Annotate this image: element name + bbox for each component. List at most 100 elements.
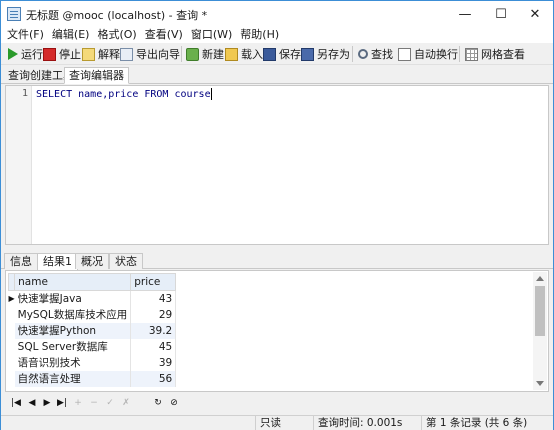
status-mode: 只读	[255, 416, 281, 430]
column-header-name[interactable]: name	[14, 273, 132, 291]
explain-button[interactable]: 解释	[82, 45, 120, 63]
result-tabs: 信息 结果1 概况 状态	[1, 252, 553, 270]
export-wizard-button[interactable]: 导出向导	[120, 45, 180, 63]
line-number: 1	[21, 88, 28, 99]
tab-query-editor[interactable]: 查询编辑器	[64, 67, 129, 84]
menu-edit[interactable]: 编辑(E)	[50, 26, 92, 43]
new-label: 新建	[202, 48, 224, 61]
save-label: 保存	[279, 48, 301, 61]
cell-price[interactable]: 45	[130, 338, 177, 355]
tab-info[interactable]: 信息	[4, 253, 38, 269]
vertical-scrollbar[interactable]	[533, 272, 547, 390]
table-row[interactable]: ▶ 快速掌握Java 43	[9, 290, 177, 307]
stop-icon	[43, 47, 56, 61]
save-button[interactable]: 保存	[263, 45, 301, 63]
menu-format[interactable]: 格式(O)	[95, 26, 138, 43]
stop-button[interactable]: 停止	[43, 45, 81, 63]
toolbar: 运行 停止 解释 导出向导 新建 载入 保存 另存为 查找 自动换行 网格查看	[1, 43, 553, 65]
tab-result-1[interactable]: 结果1	[37, 253, 78, 270]
prev-record-button[interactable]: ◀	[27, 398, 37, 409]
word-wrap-button[interactable]: 自动换行	[398, 45, 458, 63]
record-navigator: |◀ ◀ ▶ ▶| + − ✓ ✗ ↻ ⊘	[5, 395, 549, 413]
save-as-label: 另存为	[317, 48, 350, 61]
find-button[interactable]: 查找	[358, 45, 393, 63]
table-row[interactable]: MySQL数据库技术应用 29	[9, 306, 177, 323]
text-cursor	[210, 88, 212, 100]
menu-window[interactable]: 窗口(W)	[189, 26, 234, 43]
menu-file[interactable]: 文件(F)	[5, 26, 46, 43]
next-record-button[interactable]: ▶	[42, 398, 52, 409]
cell-name[interactable]: 语音识别技术	[14, 354, 132, 371]
minimize-button[interactable]: —	[447, 1, 483, 28]
cell-name[interactable]: MySQL数据库技术应用	[14, 306, 132, 323]
menu-view[interactable]: 查看(V)	[143, 26, 185, 43]
close-button[interactable]: ✕	[517, 1, 553, 28]
scroll-up-icon[interactable]	[536, 276, 544, 281]
delete-record-button[interactable]: −	[89, 398, 99, 409]
query-window: 无标题 @mooc (localhost) - 查询 * — ☐ ✕ 文件(F)…	[0, 0, 554, 430]
column-header-price[interactable]: price	[130, 273, 177, 291]
cell-price[interactable]: 39	[130, 354, 177, 371]
status-record: 第 1 条记录 (共 6 条)	[421, 416, 527, 430]
maximize-button[interactable]: ☐	[483, 1, 519, 28]
sql-text: SELECT name,price FROM course	[36, 89, 211, 100]
editor-tabs: 查询创建工具 查询编辑器	[1, 66, 553, 84]
status-query-time: 查询时间: 0.001s	[313, 416, 402, 430]
save-as-icon	[301, 47, 314, 61]
cell-name[interactable]: 自然语言处理	[14, 370, 132, 387]
first-record-button[interactable]: |◀	[11, 398, 21, 409]
tab-status[interactable]: 状态	[109, 253, 143, 269]
run-label: 运行	[21, 48, 43, 61]
sql-editor[interactable]: 1 SELECT name,price FROM course	[5, 85, 549, 245]
cell-name[interactable]: 快速掌握Java	[14, 290, 132, 307]
save-as-button[interactable]: 另存为	[301, 45, 350, 63]
grid-icon	[465, 47, 478, 61]
run-button[interactable]: 运行	[6, 45, 43, 63]
load-button[interactable]: 载入	[225, 45, 263, 63]
window-title: 无标题 @mooc (localhost) - 查询 *	[26, 9, 208, 22]
cell-price[interactable]: 39.2	[130, 322, 177, 339]
header-row: name price	[7, 273, 177, 291]
cell-price[interactable]: 56	[130, 370, 177, 387]
menu-bar: 文件(F) 编辑(E) 格式(O) 查看(V) 窗口(W) 帮助(H)	[1, 26, 553, 43]
find-label: 查找	[371, 48, 393, 61]
cell-price[interactable]: 29	[130, 306, 177, 323]
explain-icon	[82, 47, 95, 61]
discard-changes-button[interactable]: ✗	[121, 398, 131, 409]
stop-label: 停止	[59, 48, 81, 61]
add-record-button[interactable]: +	[73, 398, 83, 409]
sql-code[interactable]: SELECT name,price FROM course	[36, 88, 212, 100]
export-wizard-label: 导出向导	[136, 48, 180, 61]
last-record-button[interactable]: ▶|	[57, 398, 67, 409]
apply-changes-button[interactable]: ✓	[105, 398, 115, 409]
result-table: name price ▶ 快速掌握Java 43 MySQL数据库技术应用 29	[7, 273, 177, 387]
save-icon	[263, 47, 276, 61]
toolbar-separator	[459, 46, 460, 62]
word-wrap-label: 自动换行	[414, 48, 458, 61]
table-row[interactable]: 自然语言处理 56	[9, 370, 177, 387]
tab-profile[interactable]: 概况	[75, 253, 109, 269]
folder-icon	[225, 47, 238, 61]
scrollbar-thumb[interactable]	[535, 286, 545, 336]
grid-view-label: 网格查看	[481, 48, 525, 61]
scroll-down-icon[interactable]	[536, 381, 544, 386]
load-label: 载入	[241, 48, 263, 61]
explain-label: 解释	[98, 48, 120, 61]
cell-name[interactable]: SQL Server数据库	[14, 338, 132, 355]
search-icon	[358, 49, 368, 59]
table-row[interactable]: 快速掌握Python 39.2	[9, 322, 177, 339]
new-button[interactable]: 新建	[186, 45, 224, 63]
menu-help[interactable]: 帮助(H)	[238, 26, 281, 43]
cell-name[interactable]: 快速掌握Python	[14, 322, 132, 339]
result-grid: name price ▶ 快速掌握Java 43 MySQL数据库技术应用 29	[5, 270, 549, 392]
cell-price[interactable]: 43	[130, 290, 177, 307]
table-row[interactable]: SQL Server数据库 45	[9, 338, 177, 355]
new-icon	[186, 47, 199, 61]
stop-fetch-button[interactable]: ⊘	[169, 398, 179, 409]
word-wrap-icon	[398, 47, 411, 61]
line-gutter: 1	[6, 86, 32, 244]
toolbar-separator	[181, 46, 182, 62]
table-row[interactable]: 语音识别技术 39	[9, 354, 177, 371]
grid-view-button[interactable]: 网格查看	[465, 45, 525, 63]
refresh-button[interactable]: ↻	[153, 398, 163, 409]
